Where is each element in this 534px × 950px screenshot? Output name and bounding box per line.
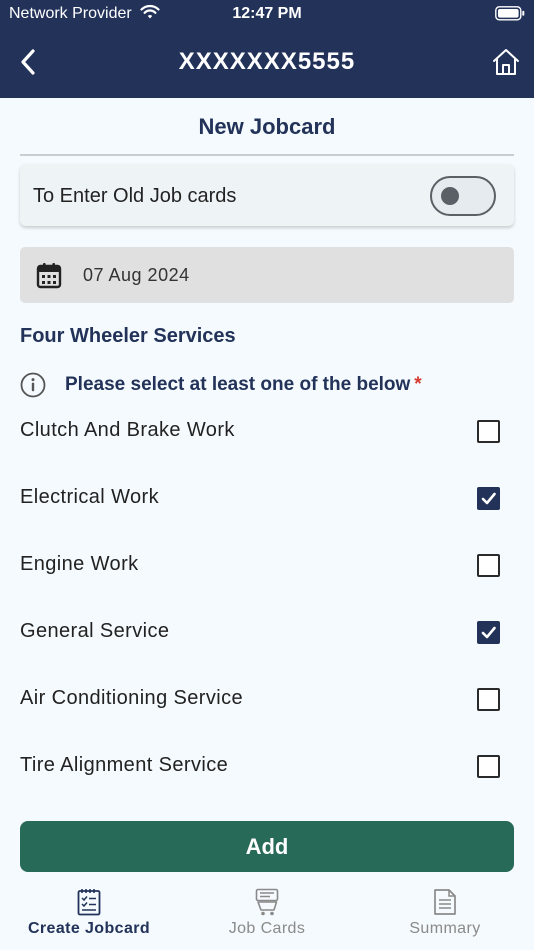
home-button[interactable] xyxy=(490,46,522,78)
selection-instruction: Please select at least one of the below * xyxy=(65,374,422,396)
service-checkbox-tire-alignment[interactable] xyxy=(477,755,500,778)
service-row-general[interactable]: General Service xyxy=(0,599,534,666)
battery-icon xyxy=(495,6,525,26)
summary-icon xyxy=(433,888,457,921)
service-row-tire-alignment[interactable]: Tire Alignment Service xyxy=(0,733,534,800)
nav-job-cards[interactable]: Job Cards xyxy=(178,880,356,950)
app-header: Network Provider 12:47 PM XXXXXXX5555 xyxy=(0,0,534,98)
nav-label: Job Cards xyxy=(228,920,306,937)
section-title: Four Wheeler Services xyxy=(20,325,236,347)
nav-create-jobcard[interactable]: Create Jobcard xyxy=(0,880,178,950)
status-bar: Network Provider 12:47 PM xyxy=(0,0,534,28)
nav-summary[interactable]: Summary xyxy=(356,880,534,950)
bottom-nav: Create Jobcard Job Cards Summary xyxy=(0,880,534,950)
service-checkbox-clutch-brake[interactable] xyxy=(477,420,500,443)
date-value: 07 Aug 2024 xyxy=(83,265,190,285)
nav-label: Create Jobcard xyxy=(27,920,151,937)
service-label: Engine Work xyxy=(20,553,139,575)
create-jobcard-icon xyxy=(77,888,101,921)
service-label: Tire Alignment Service xyxy=(20,754,229,776)
service-row-air-conditioning[interactable]: Air Conditioning Service xyxy=(0,666,534,733)
date-field[interactable]: 07 Aug 2024 xyxy=(20,247,514,303)
service-label: Air Conditioning Service xyxy=(20,687,244,709)
service-checkbox-engine[interactable] xyxy=(477,554,500,577)
service-checkbox-air-conditioning[interactable] xyxy=(477,688,500,711)
old-jobcards-toggle-row: To Enter Old Job cards xyxy=(20,164,514,226)
service-row-electrical[interactable]: Electrical Work xyxy=(0,465,534,532)
status-time: 12:47 PM xyxy=(232,5,302,22)
service-checkbox-electrical[interactable] xyxy=(477,487,500,510)
title-divider xyxy=(20,154,514,156)
required-marker: * xyxy=(414,374,422,395)
service-checkbox-general[interactable] xyxy=(477,621,500,644)
job-cards-icon xyxy=(255,888,279,921)
service-label: General Service xyxy=(20,620,170,642)
checkmark-icon xyxy=(481,626,496,639)
service-row-clutch-brake[interactable]: Clutch And Brake Work xyxy=(0,398,534,465)
nav-label: Summary xyxy=(409,920,481,937)
header-title: XXXXXXX5555 xyxy=(178,48,356,75)
toggle-knob xyxy=(441,187,459,205)
service-label: Clutch And Brake Work xyxy=(20,419,235,441)
add-button[interactable]: Add xyxy=(20,821,514,872)
home-icon xyxy=(493,49,519,75)
checkmark-icon xyxy=(481,492,496,505)
old-jobcards-toggle-label: To Enter Old Job cards xyxy=(33,185,237,207)
service-row-engine[interactable]: Engine Work xyxy=(0,532,534,599)
calendar-icon xyxy=(36,262,62,295)
old-jobcards-toggle-switch[interactable] xyxy=(430,176,496,216)
page-title: New Jobcard xyxy=(198,114,336,139)
instruction-text: Please select at least one of the below xyxy=(65,374,411,395)
service-label: Electrical Work xyxy=(20,486,159,508)
